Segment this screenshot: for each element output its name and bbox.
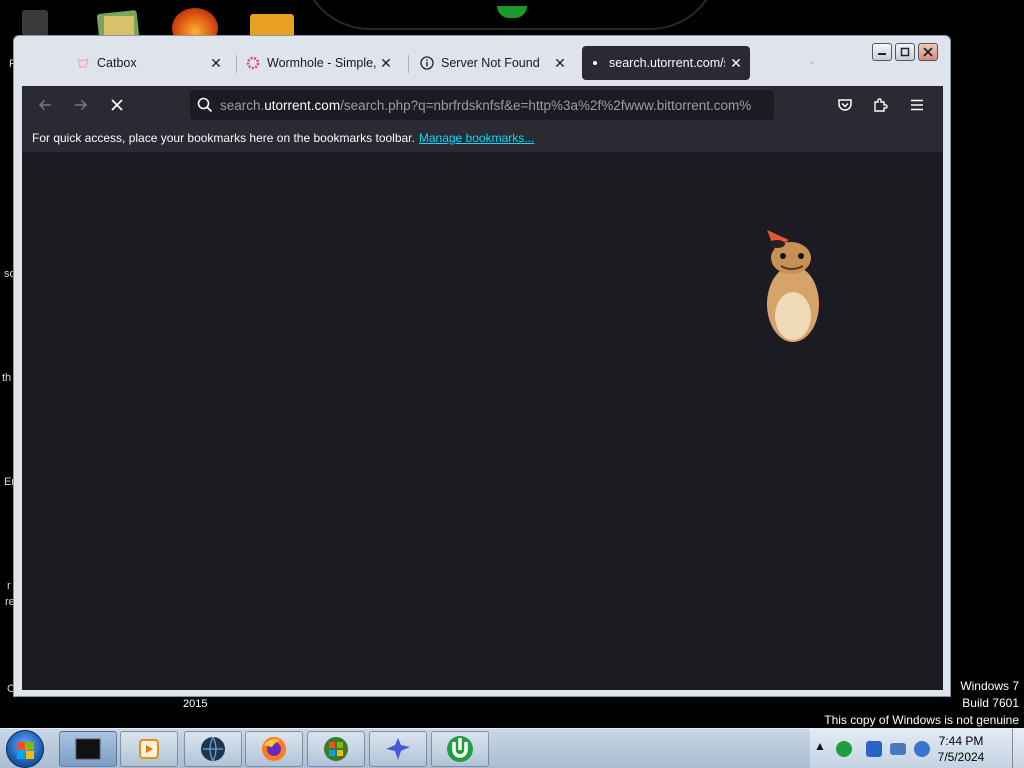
desktop-shortcut-icon[interactable]: [22, 10, 48, 36]
close-window-button[interactable]: [918, 43, 938, 61]
page-content-area: [22, 152, 943, 690]
extensions-button[interactable]: [868, 93, 894, 117]
watermark-os: Windows 7: [960, 679, 1019, 693]
globe-icon: [201, 736, 225, 763]
close-tab-icon[interactable]: ✕: [208, 55, 224, 71]
list-all-tabs-icon[interactable]: ⌄: [808, 56, 816, 67]
taskbar-utorrent[interactable]: [431, 731, 489, 767]
arrow-left-icon: [38, 99, 51, 111]
firefox-icon: [262, 737, 286, 761]
pocket-button[interactable]: [832, 93, 858, 117]
taskbar-globe-app[interactable]: [184, 731, 242, 767]
hamster-image: [767, 230, 819, 342]
bookmarks-toolbar: For quick access, place your bookmarks h…: [22, 124, 943, 152]
windows-logo-icon: [17, 751, 25, 759]
tab-catbox[interactable]: Catbox ✕: [70, 46, 230, 80]
stop-loading-icon: [111, 99, 123, 111]
address-bar[interactable]: search.utorrent.com/search.php?q=nbrfrds…: [190, 90, 774, 120]
taskbar-internet-explorer[interactable]: [307, 731, 365, 767]
stop-button[interactable]: [104, 93, 130, 117]
puzzle-piece-icon: [874, 98, 888, 112]
wormhole-icon: [246, 56, 260, 70]
pocket-icon: [838, 99, 852, 111]
url-prefix: search.: [220, 97, 265, 113]
tab-utorrent-search[interactable]: search.utorrent.com/s ✕: [582, 46, 750, 80]
desktop-year-label: 2015: [183, 698, 208, 710]
window-thumbnail-icon: [75, 738, 101, 760]
catbox-icon: [76, 56, 90, 70]
close-tab-icon[interactable]: ✕: [552, 55, 568, 71]
clock-time: 7:44 PM: [938, 734, 984, 748]
windows-logo-icon: [26, 751, 34, 759]
arrow-right-icon: [75, 99, 88, 111]
desktop-icon-label-fragment: r: [7, 580, 11, 592]
taskbar: ▲ 7:44 PM 7/5/2024: [0, 728, 1024, 768]
tab-server-not-found[interactable]: Server Not Found ✕: [414, 46, 574, 80]
tab-strip: Catbox ✕ Wormhole - Simple, p ✕ Server N…: [70, 46, 770, 82]
firefox-window: Catbox ✕ Wormhole - Simple, p ✕ Server N…: [13, 35, 951, 697]
url-domain: utorrent.com: [264, 97, 341, 113]
tab-title: Catbox: [97, 56, 137, 70]
watermark-genuine-notice: This copy of Windows is not genuine: [824, 713, 1019, 727]
notification-area: ▲ 7:44 PM 7/5/2024: [810, 729, 1024, 768]
tab-title: search.utorrent.com/s: [609, 56, 725, 70]
flag-tray-icon[interactable]: [866, 741, 882, 757]
restore-icon: [900, 47, 910, 57]
maximize-button[interactable]: [895, 43, 915, 61]
taskbar-firefox-window[interactable]: [59, 731, 117, 767]
network-tray-icon[interactable]: [890, 743, 906, 755]
system-clock[interactable]: 7:44 PM 7/5/2024: [925, 733, 997, 765]
tab-title: Server Not Found: [441, 56, 540, 70]
tab-separator: [408, 55, 409, 73]
navigation-toolbar: search.utorrent.com/search.php?q=nbrfrds…: [22, 86, 943, 124]
taskbar-bird-app[interactable]: [369, 731, 427, 767]
show-hidden-icons-button[interactable]: ▲: [814, 739, 826, 753]
back-button[interactable]: [32, 93, 58, 117]
url-path: /search.php?q=nbrfrdsknfsf&e=http%3a%2f%…: [340, 97, 752, 113]
loading-dot-icon: [588, 56, 602, 70]
manage-bookmarks-link[interactable]: Manage bookmarks...: [419, 131, 534, 145]
ie-icon: [324, 737, 348, 761]
bookmarks-hint-text: For quick access, place your bookmarks h…: [32, 131, 415, 145]
windows-logo-icon: [26, 742, 34, 750]
taskbar-media-player[interactable]: [120, 731, 178, 767]
menu-button[interactable]: [904, 93, 930, 117]
windows-logo-icon: [17, 742, 25, 750]
info-icon: [420, 56, 434, 70]
tab-separator: [236, 55, 237, 73]
start-button[interactable]: [6, 730, 44, 768]
desktop-icon-label-fragment: th: [2, 372, 12, 384]
desktop: F sc th Er r re C Catbox ✕: [0, 0, 1024, 768]
media-player-icon: [139, 739, 159, 759]
hamburger-menu-icon: [911, 99, 923, 111]
minimize-icon: [878, 53, 886, 55]
watermark-build: Build 7601: [962, 696, 1019, 710]
tab-wormhole[interactable]: Wormhole - Simple, p ✕: [240, 46, 400, 80]
utorrent-icon: [447, 736, 473, 762]
window-caption-buttons: [872, 43, 938, 61]
minimize-button[interactable]: [872, 43, 892, 61]
url-text[interactable]: search.utorrent.com/search.php?q=nbrfrds…: [220, 98, 751, 113]
show-desktop-button[interactable]: [1012, 729, 1024, 768]
close-icon: [923, 47, 933, 57]
forward-button[interactable]: [68, 93, 94, 117]
windows-watermark: Windows 7 Build 7601 This copy of Window…: [824, 678, 1019, 729]
utorrent-tray-icon[interactable]: [836, 741, 852, 757]
bird-app-icon: [386, 738, 410, 760]
close-tab-icon[interactable]: ✕: [378, 55, 394, 71]
search-icon: [190, 97, 220, 113]
clock-date: 7/5/2024: [937, 750, 985, 764]
close-tab-icon[interactable]: ✕: [728, 55, 744, 71]
taskbar-firefox[interactable]: [245, 731, 303, 767]
tab-title: Wormhole - Simple, p: [267, 56, 379, 70]
